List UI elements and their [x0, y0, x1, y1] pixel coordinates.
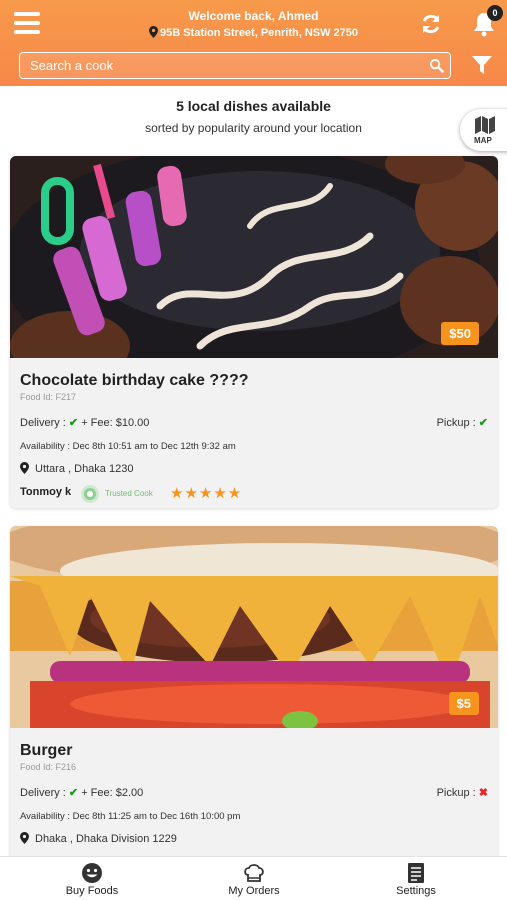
- cook-name[interactable]: Tonmoy k: [20, 486, 71, 498]
- pickup-info: Pickup : ✖: [437, 786, 488, 799]
- refresh-icon[interactable]: [419, 12, 443, 36]
- location-pin-icon: [148, 26, 158, 38]
- delivery-fee: + Fee: $10.00: [81, 417, 150, 429]
- delivery-label: Delivery :: [20, 787, 66, 799]
- pickup-info: Pickup : ✔: [437, 416, 488, 429]
- cross-icon: ✖: [478, 787, 488, 799]
- check-icon: ✔: [68, 417, 79, 429]
- dish-title: Chocolate birthday cake ????: [20, 372, 249, 389]
- nav-my-orders[interactable]: My Orders: [194, 857, 314, 900]
- dish-location: Dhaka , Dhaka Division 1229: [20, 832, 177, 845]
- nav-settings[interactable]: Settings: [356, 857, 476, 900]
- pickup-label: Pickup :: [436, 417, 476, 429]
- map-button[interactable]: MAP: [460, 109, 507, 151]
- address-text: 95B Station Street, Penrith, NSW 2750: [159, 27, 359, 39]
- filter-icon[interactable]: [471, 54, 493, 76]
- location-pin-icon: [20, 462, 29, 474]
- price-badge: $5: [448, 692, 479, 715]
- trusted-badge-icon: [81, 485, 99, 503]
- dish-count-heading: 5 local dishes available: [176, 98, 331, 114]
- location-text: Dhaka , Dhaka Division 1229: [35, 833, 177, 845]
- dish-image: [10, 526, 498, 728]
- search-input[interactable]: [30, 56, 420, 75]
- star-rating-icon: ★★★★★: [170, 485, 243, 502]
- dish-location: Uttara , Dhaka 1230: [20, 462, 133, 475]
- delivery-label: Delivery :: [20, 417, 66, 429]
- nav-label: My Orders: [228, 885, 280, 897]
- food-id: Food Id: F216: [20, 762, 77, 772]
- delivery-fee: + Fee: $2.00: [81, 787, 144, 799]
- sort-description: sorted by popularity around your locatio…: [145, 121, 362, 135]
- settings-list-icon: [408, 863, 424, 883]
- food-id: Food Id: F217: [20, 392, 77, 402]
- search-bar[interactable]: [19, 52, 451, 79]
- location-pin-icon: [20, 832, 29, 844]
- delivery-info: Delivery : ✔ + Fee: $2.00: [20, 786, 143, 799]
- trusted-cook-label: Trusted Cook: [105, 489, 153, 498]
- map-icon: [475, 116, 495, 134]
- nav-buy-foods[interactable]: Buy Foods: [32, 857, 152, 900]
- dish-image: [10, 156, 498, 358]
- check-icon: ✔: [68, 787, 79, 799]
- dish-title: Burger: [20, 742, 73, 759]
- chef-hat-icon: [244, 864, 264, 882]
- availability-text: Availability : Dec 8th 10:51 am to Dec 1…: [20, 441, 236, 452]
- map-label: MAP: [474, 136, 492, 145]
- app-header: Welcome back, Ahmed 95B Station Street, …: [0, 0, 507, 86]
- nav-label: Buy Foods: [65, 885, 119, 897]
- check-icon: ✔: [478, 417, 488, 429]
- search-icon[interactable]: [429, 58, 444, 73]
- availability-text: Availability : Dec 8th 11:25 am to Dec 1…: [20, 811, 241, 822]
- delivery-info: Delivery : ✔ + Fee: $10.00: [20, 416, 149, 429]
- smiley-icon: [82, 863, 102, 883]
- nav-label: Settings: [396, 885, 436, 897]
- dish-card[interactable]: $50 Chocolate birthday cake ???? Food Id…: [10, 156, 498, 508]
- bottom-navigation: Buy Foods My Orders Settings: [0, 856, 507, 900]
- dish-card[interactable]: $5 Burger Food Id: F216 Delivery : ✔ + F…: [10, 526, 498, 866]
- notification-badge: 0: [487, 5, 503, 21]
- price-badge: $50: [441, 322, 479, 345]
- location-text: Uttara , Dhaka 1230: [35, 463, 134, 475]
- pickup-label: Pickup :: [436, 787, 476, 799]
